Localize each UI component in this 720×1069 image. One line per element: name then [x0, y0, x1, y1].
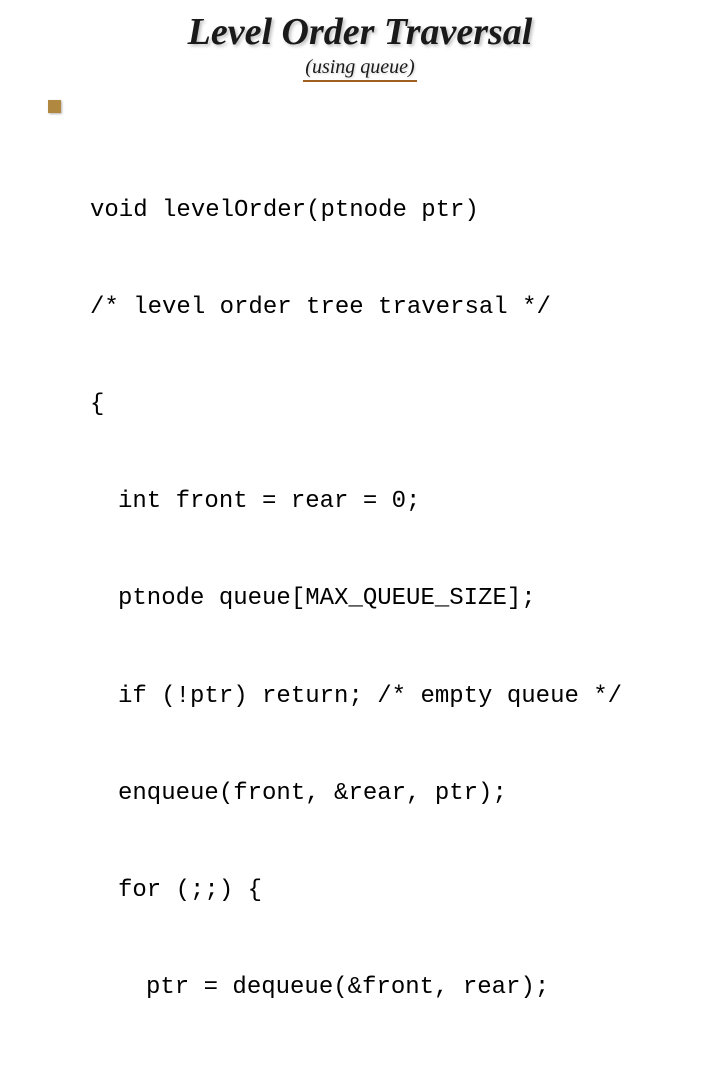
code-line: ptr = dequeue(&front, rear);: [90, 972, 622, 1004]
code-line: ptnode queue[MAX_QUEUE_SIZE];: [90, 583, 622, 615]
code-block: void levelOrder(ptnode ptr) /* level ord…: [90, 130, 622, 1069]
subtitle-wrap: (using queue): [0, 56, 720, 82]
slide-subtitle: (using queue): [303, 56, 416, 82]
code-line: if (!ptr) return; /* empty queue */: [90, 681, 622, 713]
code-line: for (;;) {: [90, 875, 622, 907]
code-line: void levelOrder(ptnode ptr): [90, 195, 622, 227]
code-line: /* level order tree traversal */: [90, 292, 622, 324]
slide-title: Level Order Traversal: [0, 10, 720, 54]
code-line: {: [90, 389, 622, 421]
code-line: enqueue(front, &rear, ptr);: [90, 778, 622, 810]
code-line: int front = rear = 0;: [90, 486, 622, 518]
accent-square-icon: [48, 100, 61, 113]
slide-container: Level Order Traversal (using queue) void…: [0, 0, 720, 540]
